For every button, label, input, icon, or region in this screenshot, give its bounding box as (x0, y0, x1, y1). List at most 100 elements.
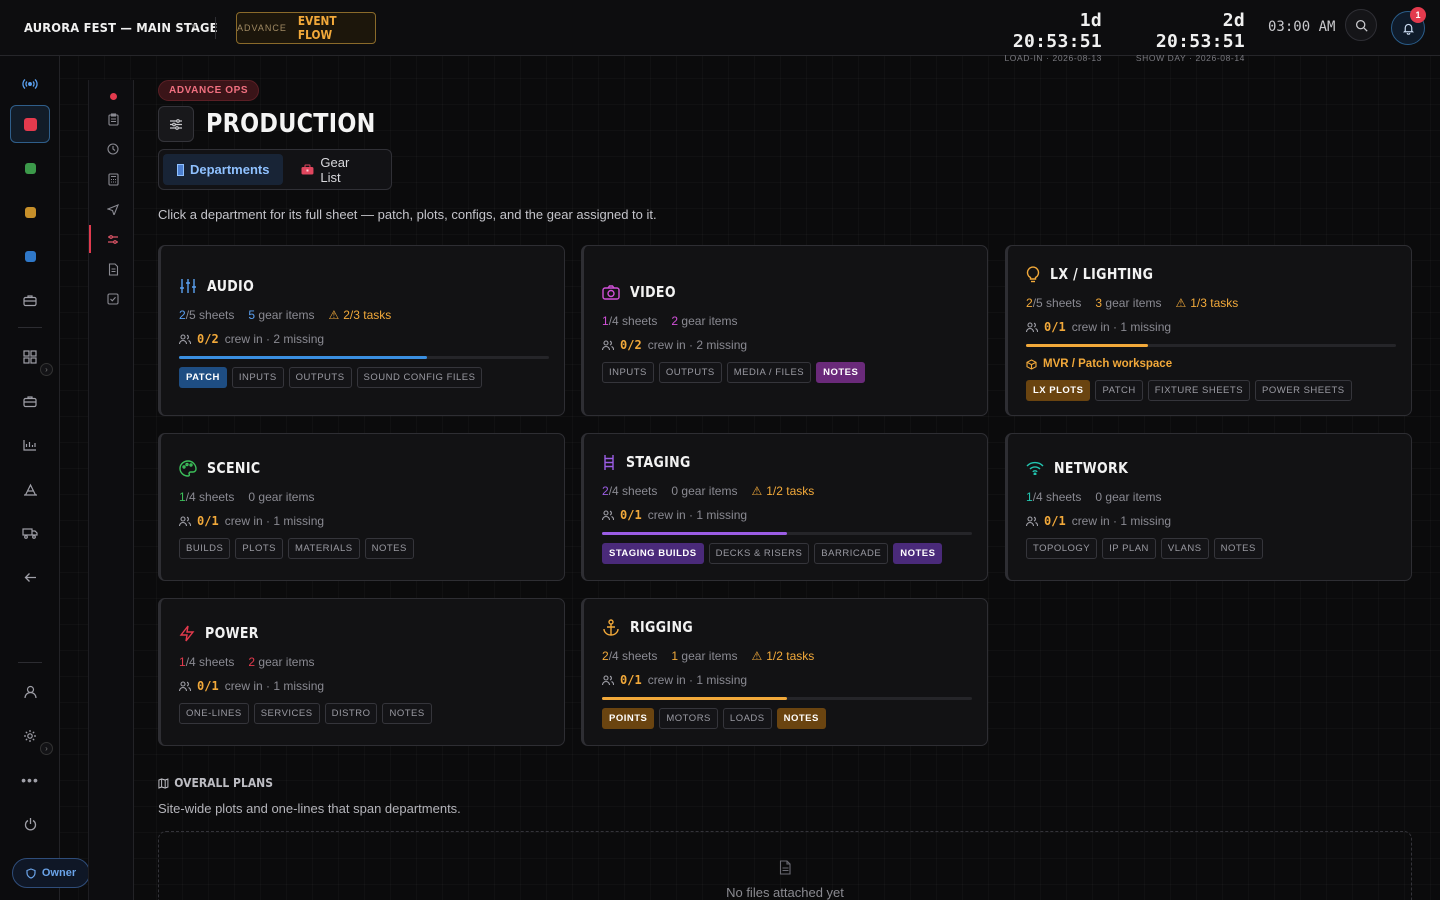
live-broadcast-nav[interactable] (10, 65, 50, 103)
gear-count: 3 (1095, 296, 1103, 310)
profile-nav[interactable] (10, 673, 50, 711)
tag-notes[interactable]: NOTES (776, 708, 826, 729)
tag-inputs[interactable]: INPUTS (602, 362, 654, 383)
tag-power-sheets[interactable]: POWER SHEETS (1255, 380, 1352, 401)
department-name: RIGGING (630, 618, 694, 636)
department-card-rigging[interactable]: RIGGING 2/4 sheets 1 gear items ⚠ 1/2 tas… (581, 598, 988, 746)
tag-patch[interactable]: PATCH (179, 367, 227, 388)
back-nav[interactable] (10, 558, 50, 596)
subnav-documents[interactable] (103, 259, 123, 279)
department-card-network[interactable]: NETWORK 1/4 sheets 0 gear items 0/1 crew… (1005, 433, 1412, 581)
tasks-stat: ⚠ 1/2 tasks (751, 649, 814, 663)
tasks-stat: ⚠ 1/2 tasks (751, 484, 814, 498)
tag-inputs[interactable]: INPUTS (231, 367, 284, 388)
gear-label: gear items (258, 490, 315, 504)
tag-materials[interactable]: MATERIALS (287, 538, 360, 559)
tag-vlans[interactable]: VLANS (1160, 538, 1209, 559)
crew-text: crew in · 2 missing (224, 332, 325, 346)
card-stats: 1/4 sheets 0 gear items (1026, 490, 1161, 504)
tag-services[interactable]: SERVICES (253, 703, 320, 724)
wifi-icon (1026, 461, 1044, 475)
advance-event-flow-button[interactable]: ADVANCE EVENT FLOW (236, 12, 376, 44)
mvr-patch-workspace-link[interactable]: MVR / Patch workspace (1026, 358, 1172, 370)
users-icon (1026, 321, 1038, 332)
stage-green-nav[interactable] (10, 149, 50, 187)
subnav-production[interactable] (103, 229, 123, 249)
sliders-icon (108, 234, 118, 244)
sheets-done: 1 (179, 655, 186, 669)
tasks-text: 2/3 tasks (343, 308, 392, 322)
tag-fixture-sheets[interactable]: FIXTURE SHEETS (1147, 380, 1251, 401)
tag-barricade[interactable]: BARRICADE (814, 543, 889, 564)
subnav-schedule[interactable] (103, 139, 123, 159)
crew-count: 0/1 (620, 508, 642, 522)
tag-notes[interactable]: NOTES (893, 543, 943, 564)
search-button[interactable] (1345, 9, 1377, 41)
tasks-stat: ⚠ 2/3 tasks (328, 308, 391, 322)
subnav-budget[interactable] (103, 169, 123, 189)
tag-outputs[interactable]: OUTPUTS (658, 362, 722, 383)
tag-topology[interactable]: TOPOLOGY (1026, 538, 1098, 559)
analytics-nav[interactable] (10, 426, 50, 464)
stage-red-nav[interactable] (10, 105, 50, 143)
owner-role-badge[interactable]: Owner (12, 858, 90, 888)
tag-media-files[interactable]: MEDIA / FILES (726, 362, 812, 383)
department-card-video[interactable]: VIDEO 1/4 sheets 2 gear items 0/2 crew i… (581, 245, 988, 416)
logistics-nav[interactable] (10, 514, 50, 552)
event-title[interactable]: AURORA FEST — MAIN STAGE (24, 20, 218, 35)
tag-decks-risers[interactable]: DECKS & RISERS (708, 543, 810, 564)
event-switch-caret-icon[interactable]: ▾ (192, 21, 197, 32)
expand-chevron-icon[interactable]: › (40, 742, 53, 755)
tag-ip-plan[interactable]: IP PLAN (1102, 538, 1156, 559)
tag-sound-config-files[interactable]: SOUND CONFIG FILES (356, 367, 483, 388)
tag-notes[interactable]: NOTES (816, 362, 866, 383)
plans-title: OVERALL PLANS (174, 776, 274, 790)
power-icon (24, 818, 36, 831)
anchor-icon (603, 618, 619, 636)
tag-list: ONE-LINES SERVICES DISTRO NOTES (179, 703, 432, 724)
show-day-countdown: 2d 20:53:51 SHOW DAY · 2026-08-14 (1124, 10, 1245, 63)
tag-distro[interactable]: DISTRO (324, 703, 378, 724)
tab-gear-list[interactable]: Gear List (287, 154, 387, 185)
divider (215, 17, 216, 39)
tag-list: POINTS MOTORS LOADS NOTES (602, 708, 826, 729)
logout-nav[interactable] (10, 805, 50, 843)
tag-notes[interactable]: NOTES (1213, 538, 1263, 559)
inventory-nav[interactable] (10, 382, 50, 420)
tag-builds[interactable]: BUILDS (179, 538, 231, 559)
tag-one-lines[interactable]: ONE-LINES (179, 703, 249, 724)
more-nav[interactable]: ••• (10, 761, 50, 799)
tag-lx-plots[interactable]: LX PLOTS (1026, 380, 1091, 401)
tab-departments[interactable]: Departments (163, 154, 284, 185)
department-card-audio[interactable]: AUDIO 2/5 sheets 5 gear items ⚠ 2/3 tasks… (158, 245, 565, 416)
toolbox-nav[interactable] (10, 281, 50, 319)
stage-blue-nav[interactable] (10, 237, 50, 275)
department-card-staging[interactable]: STAGING 2/4 sheets 0 gear items ⚠ 1/2 tas… (581, 433, 988, 581)
tag-outputs[interactable]: OUTPUTS (288, 367, 352, 388)
clock-icon (107, 143, 119, 155)
tag-notes[interactable]: NOTES (364, 538, 414, 559)
crew-text: crew in · 1 missing (224, 514, 325, 528)
card-stats: 1/4 sheets 0 gear items (179, 490, 314, 504)
tag-points[interactable]: POINTS (602, 708, 655, 729)
tag-loads[interactable]: LOADS (722, 708, 772, 729)
tag-plots[interactable]: PLOTS (235, 538, 283, 559)
department-card-power[interactable]: POWER 1/4 sheets 2 gear items 0/1 crew i… (158, 598, 565, 746)
department-card-scenic[interactable]: SCENIC 1/4 sheets 0 gear items 0/1 crew … (158, 433, 565, 581)
tag-motors[interactable]: MOTORS (659, 708, 718, 729)
subnav-clipboard[interactable] (103, 109, 123, 129)
subnav-checklist[interactable] (103, 289, 123, 309)
user-icon (23, 685, 37, 699)
crew-count: 0/1 (1044, 320, 1066, 334)
tag-staging-builds[interactable]: STAGING BUILDS (602, 543, 704, 564)
stage-yellow-nav[interactable] (10, 193, 50, 231)
tasks-text: 1/3 tasks (1190, 296, 1239, 310)
tag-notes[interactable]: NOTES (382, 703, 432, 724)
expand-chevron-icon[interactable]: › (40, 363, 53, 376)
subnav-hospitality[interactable] (103, 199, 123, 219)
tag-patch[interactable]: PATCH (1095, 380, 1143, 401)
countdown-label: SHOW DAY · 2026-08-14 (1135, 53, 1245, 63)
users-icon (179, 333, 191, 344)
venue-nav[interactable] (10, 470, 50, 508)
department-card-lx-lighting[interactable]: LX / LIGHTING 2/5 sheets 3 gear items ⚠ 1… (1005, 245, 1412, 416)
